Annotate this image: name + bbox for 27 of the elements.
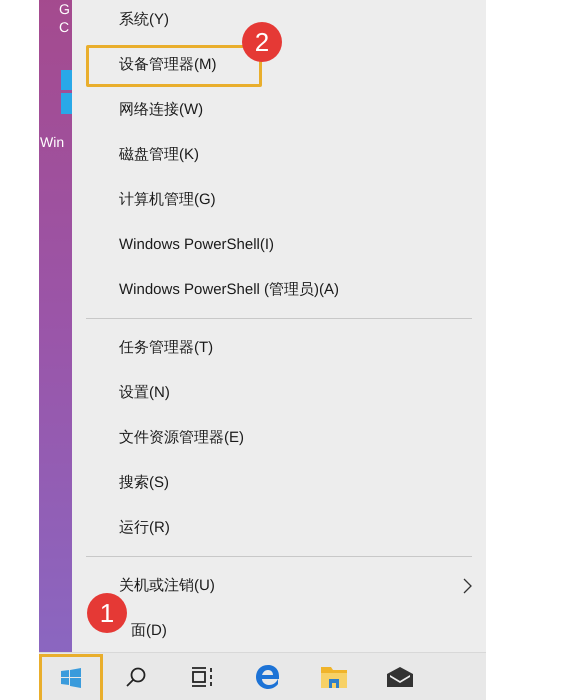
- menu-item[interactable]: Windows PowerShell(I): [119, 236, 274, 253]
- menu-item[interactable]: 搜索(S): [119, 473, 169, 492]
- mail-icon: [386, 666, 414, 688]
- desktop-icon-label: C: [59, 19, 70, 35]
- menu-item[interactable]: 运行(R): [119, 518, 170, 537]
- menu-item[interactable]: 关机或注销(U): [119, 576, 215, 595]
- search-icon: [125, 666, 147, 688]
- task-view-icon: [190, 666, 214, 688]
- menu-item[interactable]: 磁盘管理(K): [119, 145, 199, 164]
- menu-item[interactable]: 文件资源管理器(E): [119, 428, 244, 447]
- step-number-badge: 2: [242, 22, 282, 62]
- start-button[interactable]: [39, 654, 103, 700]
- desktop-icon-label: Win: [40, 134, 64, 150]
- browser-e-icon: [255, 664, 281, 690]
- windows-logo-icon: [61, 668, 81, 688]
- menu-item[interactable]: 计算机管理(G): [119, 190, 216, 209]
- desktop-shortcut-icon: [61, 70, 72, 114]
- menu-item[interactable]: 设备管理器(M): [119, 55, 216, 74]
- menu-item[interactable]: 面(D): [131, 621, 167, 640]
- menu-item[interactable]: 任务管理器(T): [119, 338, 214, 357]
- step-number-badge: 1: [87, 593, 127, 633]
- folder-icon: [320, 664, 348, 689]
- desktop-icon-label: G: [59, 1, 70, 17]
- menu-item[interactable]: 设置(N): [119, 383, 170, 402]
- menu-item[interactable]: 网络连接(W): [119, 100, 204, 119]
- menu-item[interactable]: Windows PowerShell (管理员)(A): [119, 280, 340, 299]
- menu-item[interactable]: 系统(Y): [119, 10, 169, 29]
